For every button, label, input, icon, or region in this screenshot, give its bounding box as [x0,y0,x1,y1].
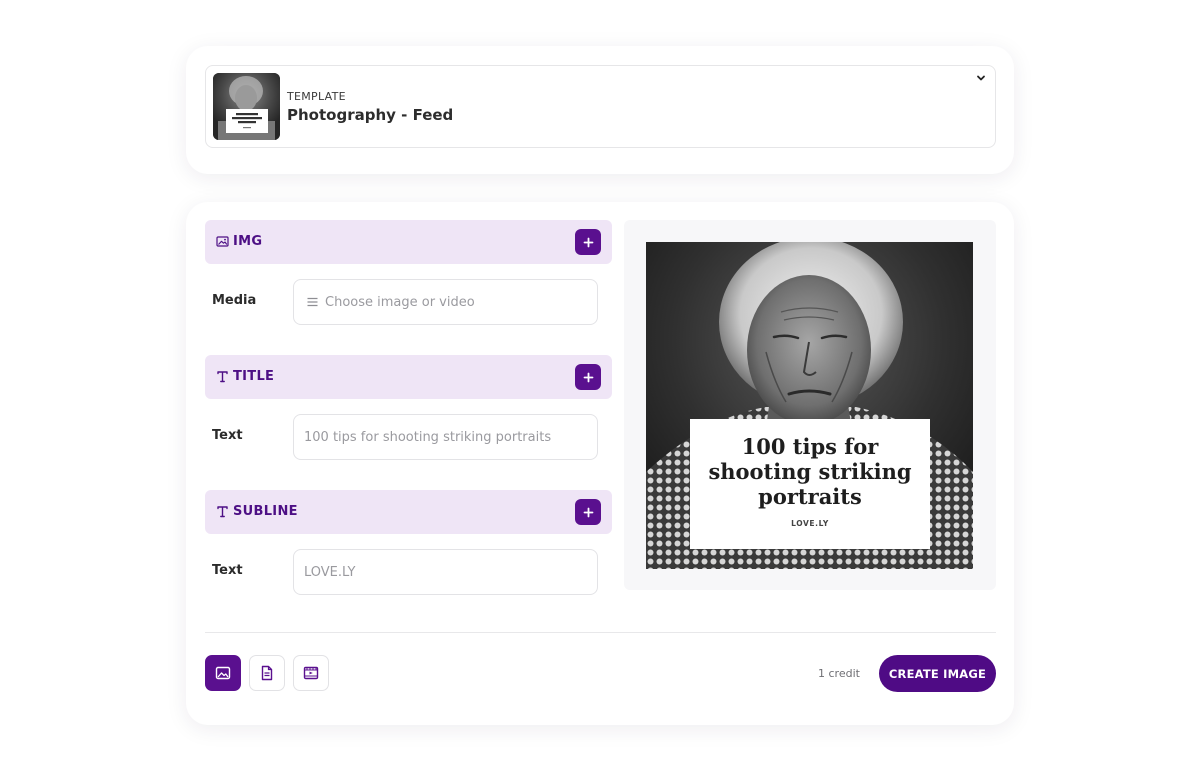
document-icon [261,665,273,681]
add-subline-button[interactable] [575,499,601,525]
editor-card: IMG Media Choose image or video TITLE Te… [186,202,1014,725]
subline-text-label: Text [212,563,243,578]
chevron-down-icon[interactable] [975,72,987,84]
template-thumbnail [213,73,280,140]
subline-text-input[interactable]: LOVE.LY [293,549,598,595]
mode-document-button[interactable] [249,655,285,691]
section-header-subline: SUBLINE [205,490,612,534]
preview-title: 100 tips for shooting striking portraits [690,434,930,509]
add-img-button[interactable] [575,229,601,255]
plus-icon [583,372,593,382]
template-meta: TEMPLATE Photography - Feed [287,90,453,124]
section-header-title: TITLE [205,355,612,399]
preview-subline: LOVE.LY [791,519,829,528]
create-image-button[interactable]: CREATE IMAGE [879,655,996,692]
media-input[interactable]: Choose image or video [293,279,598,325]
section-header-img: IMG [205,220,612,264]
add-title-button[interactable] [575,364,601,390]
plus-icon [583,237,593,247]
plus-icon [583,507,593,517]
section-label-subline: SUBLINE [233,504,298,519]
mode-image-button[interactable] [205,655,241,691]
preview-title-line-1: 100 tips for [741,434,879,459]
credit-count: 1 credit [818,667,860,680]
subline-text-placeholder: LOVE.LY [304,565,356,580]
list-icon [307,297,318,307]
text-icon [217,506,228,518]
divider [205,632,996,633]
template-select[interactable]: TEMPLATE Photography - Feed [205,65,996,148]
template-name: Photography - Feed [287,106,454,124]
template-card: TEMPLATE Photography - Feed [186,46,1014,174]
preview-image: 100 tips for shooting striking portraits… [646,242,973,569]
media-placeholder: Choose image or video [325,295,475,310]
preview-panel: 100 tips for shooting striking portraits… [624,220,996,590]
title-text-label: Text [212,428,243,443]
image-icon [216,236,229,247]
preview-title-line-3: portraits [758,484,862,509]
section-label-img: IMG [233,234,263,249]
image-icon [215,666,231,680]
video-icon [303,666,319,680]
title-text-placeholder: 100 tips for shooting striking portraits [304,430,552,445]
mode-video-button[interactable] [293,655,329,691]
template-kicker: TEMPLATE [287,90,346,103]
media-label: Media [212,293,257,308]
section-label-title: TITLE [233,369,275,384]
template-thumbnail-image [213,73,280,140]
preview-text-box: 100 tips for shooting striking portraits… [690,419,930,549]
text-icon [217,371,228,383]
preview-title-line-2: shooting striking [708,459,912,484]
title-text-input[interactable]: 100 tips for shooting striking portraits [293,414,598,460]
